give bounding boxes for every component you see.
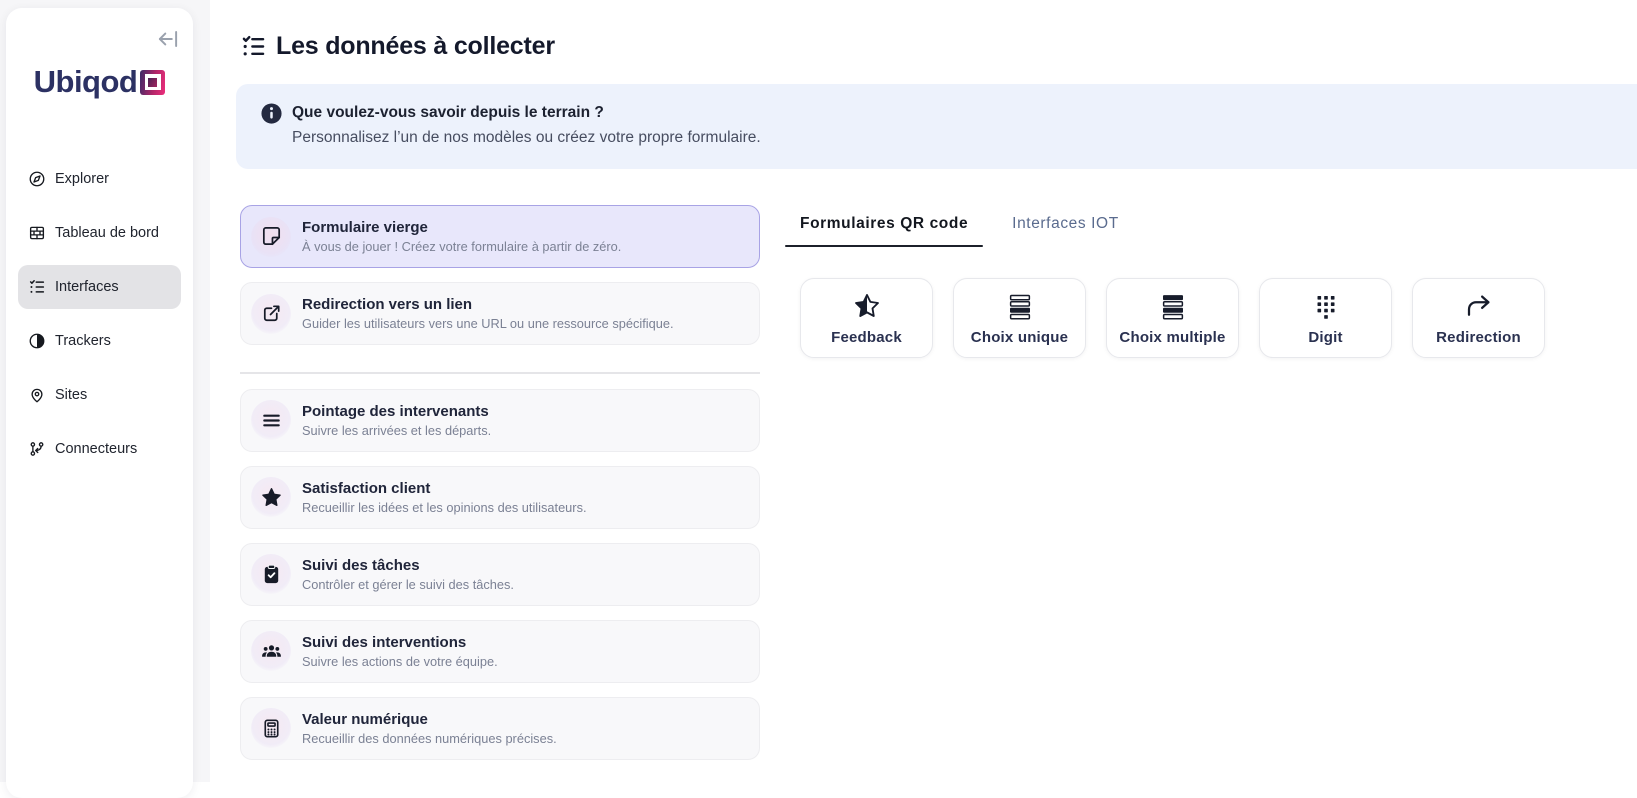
template-title: Suivi des interventions <box>302 634 498 651</box>
sidebar-item-label: Explorer <box>55 171 109 187</box>
template-card-valeur-numerique[interactable]: Valeur numérique Recueillir des données … <box>240 697 760 760</box>
template-subtitle: Contrôler et gérer le suivi des tâches. <box>302 577 514 592</box>
sidebar-item-trackers[interactable]: Trackers <box>18 319 181 363</box>
sidebar-item-explorer[interactable]: Explorer <box>18 157 181 201</box>
template-list: Formulaire vierge À vous de jouer ! Crée… <box>240 205 760 760</box>
contrast-icon <box>28 332 46 350</box>
qr-card-grid: Feedback Choix unique <box>800 278 1545 358</box>
external-link-icon <box>251 294 291 334</box>
rows-two-filled-icon <box>1158 291 1188 321</box>
template-subtitle: Guider les utilisateurs vers une URL ou … <box>302 316 674 331</box>
sidebar: Ubiqod Explorer Tableau de <box>6 8 193 798</box>
sidebar-item-sites[interactable]: Sites <box>18 373 181 417</box>
sidebar-item-label: Sites <box>55 387 87 403</box>
logo-square-icon <box>140 70 165 95</box>
qr-card-redirection[interactable]: Redirection <box>1412 278 1545 358</box>
page-title-row: Les données à collecter <box>240 32 555 61</box>
logo-text: Ubiqod <box>34 64 138 100</box>
main-content: Les données à collecter Que voulez-vous … <box>210 0 1637 782</box>
template-card-suivi-taches[interactable]: Suivi des tâches Contrôler et gérer le s… <box>240 543 760 606</box>
sidebar-item-label: Interfaces <box>55 279 119 295</box>
interface-type-panel: Formulaires QR code Interfaces IOT Feedb… <box>800 215 1637 247</box>
page-title: Les données à collecter <box>276 32 555 61</box>
star-icon <box>251 477 291 517</box>
compass-icon <box>28 170 46 188</box>
info-icon <box>260 102 283 125</box>
sidebar-item-label: Tableau de bord <box>55 225 159 241</box>
template-title: Satisfaction client <box>302 480 587 497</box>
banner-title: Que voulez-vous savoir depuis le terrain… <box>292 104 604 122</box>
qr-card-choix-unique[interactable]: Choix unique <box>953 278 1086 358</box>
app-logo[interactable]: Ubiqod <box>6 64 193 100</box>
template-subtitle: Suivre les actions de votre équipe. <box>302 654 498 669</box>
template-subtitle: Recueillir les idées et les opinions des… <box>302 500 587 515</box>
template-card-suivi-interventions[interactable]: Suivi des interventions Suivre les actio… <box>240 620 760 683</box>
sidebar-item-label: Connecteurs <box>55 441 137 457</box>
banner-subtitle: Personnalisez l’un de nos modèles ou cré… <box>292 129 761 147</box>
clipboard-check-icon <box>251 554 291 594</box>
users-icon <box>251 631 291 671</box>
calculator-icon <box>251 708 291 748</box>
tab-formulaires-qr-code[interactable]: Formulaires QR code <box>785 215 983 247</box>
template-title: Formulaire vierge <box>302 219 621 236</box>
sidebar-item-tableau-de-bord[interactable]: Tableau de bord <box>18 211 181 255</box>
template-title: Redirection vers un lien <box>302 296 674 313</box>
tab-interfaces-iot[interactable]: Interfaces IOT <box>997 215 1134 247</box>
arrow-forward-icon <box>1464 291 1494 321</box>
qr-card-label: Choix unique <box>971 329 1068 346</box>
menu-lines-icon <box>251 400 291 440</box>
collapse-sidebar-icon[interactable] <box>155 26 181 52</box>
sidebar-rail: Ubiqod Explorer Tableau de <box>0 0 210 782</box>
qr-card-label: Digit <box>1308 329 1342 346</box>
list-check-icon <box>28 278 46 296</box>
template-card-satisfaction-client[interactable]: Satisfaction client Recueillir les idées… <box>240 466 760 529</box>
template-list-divider <box>240 372 760 374</box>
map-pin-icon <box>28 386 46 404</box>
tab-bar: Formulaires QR code Interfaces IOT <box>785 215 1637 247</box>
wall-icon <box>28 224 46 242</box>
qr-card-choix-multiple[interactable]: Choix multiple <box>1106 278 1239 358</box>
git-branch-icon <box>28 440 46 458</box>
template-subtitle: Recueillir des données numériques précis… <box>302 731 557 746</box>
template-card-formulaire-vierge[interactable]: Formulaire vierge À vous de jouer ! Crée… <box>240 205 760 268</box>
qr-card-feedback[interactable]: Feedback <box>800 278 933 358</box>
sidebar-item-connecteurs[interactable]: Connecteurs <box>18 427 181 471</box>
template-title: Valeur numérique <box>302 711 557 728</box>
qr-card-label: Feedback <box>831 329 902 346</box>
qr-card-label: Redirection <box>1436 329 1521 346</box>
qr-card-label: Choix multiple <box>1119 329 1225 346</box>
sidebar-item-label: Trackers <box>55 333 111 349</box>
template-title: Pointage des intervenants <box>302 403 491 420</box>
template-subtitle: À vous de jouer ! Créez votre formulaire… <box>302 239 621 254</box>
template-card-pointage-intervenants[interactable]: Pointage des intervenants Suivre les arr… <box>240 389 760 452</box>
qr-card-digit[interactable]: Digit <box>1259 278 1392 358</box>
sidebar-nav: Explorer Tableau de bord Interfaces <box>18 157 181 471</box>
info-banner: Que voulez-vous savoir depuis le terrain… <box>236 84 1637 169</box>
template-subtitle: Suivre les arrivées et les départs. <box>302 423 491 438</box>
rows-one-filled-icon <box>1005 291 1035 321</box>
star-half-icon <box>852 291 882 321</box>
sidebar-item-interfaces[interactable]: Interfaces <box>18 265 181 309</box>
template-card-redirection-lien[interactable]: Redirection vers un lien Guider les util… <box>240 282 760 345</box>
template-title: Suivi des tâches <box>302 557 514 574</box>
note-icon <box>251 217 291 257</box>
list-check-icon <box>240 33 267 60</box>
dialpad-icon <box>1311 291 1341 321</box>
